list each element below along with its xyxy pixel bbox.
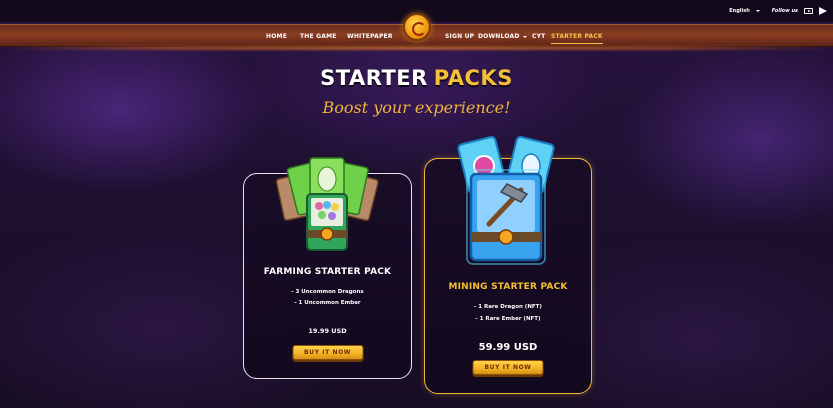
- pack-name: FARMING STARTER PACK: [263, 267, 392, 277]
- page-subtitle: Boost your experience!: [322, 98, 511, 117]
- follow-us-label: Follow us: [771, 8, 798, 14]
- farming-pack-icon: [275, 157, 379, 251]
- chevron-down-icon: [522, 35, 527, 38]
- page-background: [0, 0, 833, 408]
- nav-whitepaper[interactable]: WHITEPAPER: [347, 33, 393, 40]
- pack-price: 59.99 USD: [478, 342, 538, 353]
- mining-pack-icon: [457, 135, 555, 265]
- title-word-starter: STARTER: [320, 66, 428, 90]
- page-title: STARTER PACKS: [0, 66, 833, 90]
- nav-home[interactable]: HOME: [266, 33, 287, 40]
- nav-the-game[interactable]: THE GAME: [300, 33, 337, 40]
- nav-starter-pack[interactable]: STARTER PACK: [551, 33, 603, 44]
- youtube-icon[interactable]: [804, 8, 813, 14]
- nav-download-label: DOWNLOAD: [478, 33, 520, 40]
- pack-price: 19.99 USD: [308, 327, 347, 335]
- pack-feature: - 1 Uncommon Ember: [294, 300, 361, 306]
- utility-bar: English Follow us: [729, 7, 827, 15]
- nav-download[interactable]: DOWNLOAD: [478, 33, 527, 40]
- pack-name: MINING STARTER PACK: [448, 282, 568, 292]
- buy-it-now-button[interactable]: BUY IT NOW: [292, 345, 363, 360]
- pack-feature: - 1 Rare Dragon (NFT): [474, 304, 542, 310]
- title-word-packs: PACKS: [433, 66, 513, 90]
- language-selector[interactable]: English: [729, 8, 760, 14]
- pack-feature: - 3 Uncommon Dragons: [291, 289, 364, 295]
- buy-it-now-button[interactable]: BUY IT NOW: [472, 360, 544, 375]
- telegram-icon[interactable]: [819, 7, 827, 15]
- chevron-down-icon: [755, 10, 760, 12]
- dragon-coin-logo-icon[interactable]: [403, 13, 431, 41]
- nav-sign-up[interactable]: SIGN UP: [445, 33, 474, 40]
- pack-feature: - 1 Rare Ember (NFT): [475, 316, 541, 322]
- nav-cyt[interactable]: CYT: [532, 33, 545, 40]
- language-label: English: [729, 8, 750, 14]
